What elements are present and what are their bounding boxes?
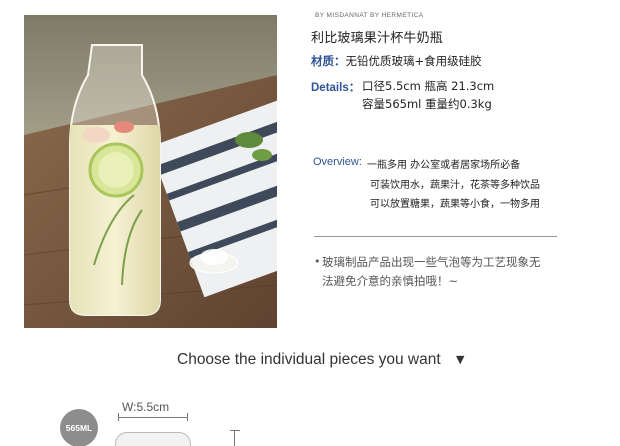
section-divider [314,236,557,237]
product-photo-illustration [24,15,277,328]
brand-text: BY MISDANNAT BY HERMETICA [315,12,424,19]
bottle-top-outline [115,432,191,446]
product-photo [24,15,277,328]
material-row: 材质：无铅优质玻璃+食用级硅胶 [311,53,482,69]
overview-line-3: 可以放置糖果，蔬果等小食，一物多用 [370,199,540,210]
width-dimension-line [118,417,188,418]
overview-line-1: 一瓶多用 办公室或者居家场所必备 [367,160,521,171]
width-marker-right [187,413,188,421]
overview-line-2: 可装饮用水，蔬果汁，花茶等多种饮品 [370,180,540,191]
product-title: 利比玻璃果汁杯牛奶瓶 [311,31,444,46]
note-line-1: 玻璃制品产品出现一些气泡等为工艺现象无 [322,255,541,269]
height-dimension-line [234,430,235,446]
choose-pieces-label[interactable]: Choose the individual pieces you want [177,351,441,369]
details-label: Details： [311,82,361,94]
dropdown-arrow-icon[interactable]: ▼ [456,353,464,366]
height-marker-tick [230,430,240,431]
overview-label: Overview: [313,156,362,168]
material-label: 材质： [311,54,346,68]
note-line-2: 法避免介意的亲慎拍哦！~ [322,274,459,288]
capacity-badge: 565ML [60,409,98,446]
material-value: 无铅优质玻璃+食用级硅胶 [345,54,482,68]
details-dimensions: 口径5.5cm 瓶高 21.3cm [362,79,495,93]
details-capacity: 容量565ml 重量约0.3kg [362,97,492,111]
note-bullet: • [314,255,321,268]
width-dimension-label: W:5.5cm [122,400,170,414]
